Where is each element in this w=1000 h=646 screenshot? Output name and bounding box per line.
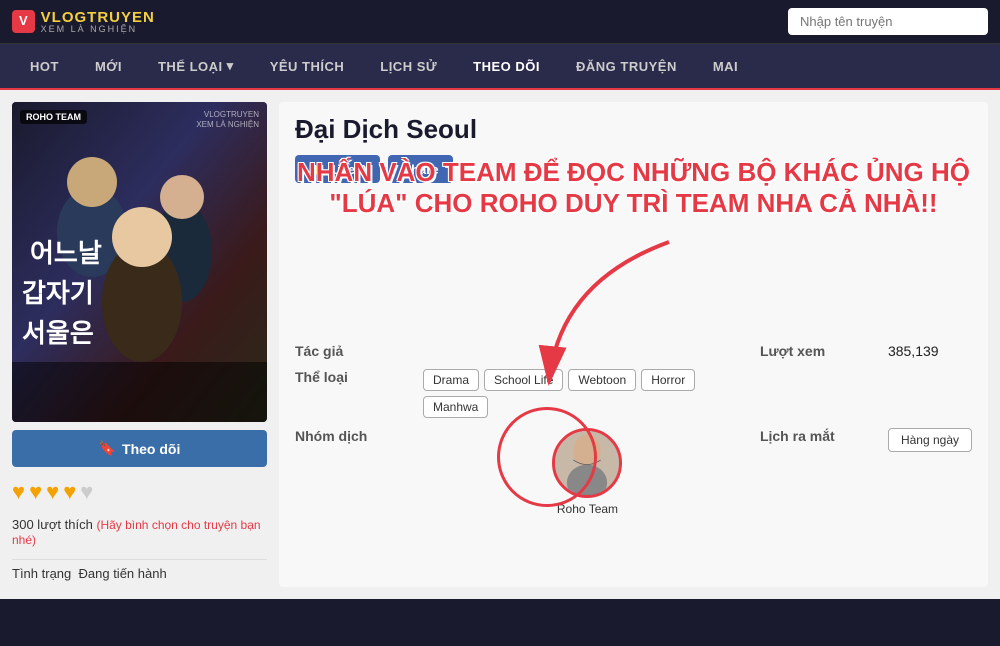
- logo-sub: XEM LÀ NGHIỆN: [41, 25, 155, 34]
- genre-tags: Drama School Life Webtoon Horror Manhwa: [423, 369, 752, 418]
- svg-text:갑자기: 갑자기: [22, 278, 94, 308]
- left-panel: ROHO TEAM VLOGTRUYEN XEM LÀ NGHIỆN: [12, 102, 267, 587]
- svg-text:어느날: 어느날: [30, 238, 102, 268]
- translator-group[interactable]: Roho Team: [423, 428, 752, 516]
- nav-item-theloai[interactable]: THỂ LOẠI ▾: [140, 44, 252, 88]
- share-button[interactable]: Share: [388, 155, 452, 183]
- cover-image: ROHO TEAM VLOGTRUYEN XEM LÀ NGHIỆN: [12, 102, 267, 422]
- like-button[interactable]: 👍 Like 0: [295, 155, 380, 183]
- views-label: Lượt xem: [760, 343, 880, 359]
- heart-2[interactable]: ♥: [29, 479, 42, 505]
- heart-4[interactable]: ♥: [63, 479, 76, 505]
- header: V VLOGTRUYEN XEM LÀ NGHIỆN: [0, 0, 1000, 44]
- tag-school[interactable]: School Life: [484, 369, 563, 391]
- tag-webtoon[interactable]: Webtoon: [568, 369, 636, 391]
- thumbs-up-icon: 👍: [309, 161, 325, 177]
- bookmark-icon: 🔖: [99, 440, 116, 457]
- cover-watermark: VLOGTRUYEN XEM LÀ NGHIỆN: [196, 110, 259, 129]
- nav-item-yeuthich[interactable]: YÊU THÍCH: [252, 45, 363, 88]
- right-panel: Đại Dịch Seoul 👍 Like 0 Share NHẤN VÀO T…: [279, 102, 988, 587]
- group-label: Nhóm dịch: [295, 428, 415, 444]
- cover-badge: ROHO TEAM: [20, 110, 87, 124]
- release-badge: Hàng ngày: [888, 428, 972, 452]
- heart-1[interactable]: ♥: [12, 479, 25, 505]
- nav-item-mai[interactable]: MAI: [695, 45, 756, 88]
- nav-item-hot[interactable]: HOT: [12, 45, 77, 88]
- manga-title: Đại Dịch Seoul: [295, 114, 972, 145]
- hearts-rating: ♥ ♥ ♥ ♥ ♥: [12, 475, 267, 509]
- chevron-down-icon: ▾: [227, 58, 234, 74]
- nav-item-theodoi[interactable]: THEO DÕI: [455, 45, 558, 88]
- logo[interactable]: V VLOGTRUYEN XEM LÀ NGHIỆN: [12, 10, 155, 34]
- tag-manhwa[interactable]: Manhwa: [423, 396, 488, 418]
- release-label: Lịch ra mắt: [760, 428, 880, 444]
- svg-text:서울은: 서울은: [22, 318, 94, 348]
- logo-main: VLOGTRUYEN: [41, 10, 155, 25]
- translator-name: Roho Team: [557, 502, 618, 516]
- logo-badge: V: [12, 10, 35, 32]
- nav-item-lichsu[interactable]: LỊCH SỬ: [362, 45, 455, 88]
- tag-horror[interactable]: Horror: [641, 369, 695, 391]
- nav-item-dangtruyen[interactable]: ĐĂNG TRUYỆN: [558, 45, 695, 88]
- heart-3[interactable]: ♥: [46, 479, 59, 505]
- translator-avatar: [552, 428, 622, 498]
- author-label: Tác giả: [295, 343, 415, 359]
- views-value: 385,139: [888, 343, 972, 359]
- status-row: Tình trạng Đang tiến hành: [12, 559, 267, 587]
- logo-text: VLOGTRUYEN XEM LÀ NGHIỆN: [41, 10, 155, 34]
- search-input[interactable]: [788, 8, 988, 35]
- genre-label: Thể loại: [295, 369, 415, 385]
- follow-button[interactable]: 🔖 Theo dõi: [12, 430, 267, 467]
- nav-item-moi[interactable]: MỚI: [77, 45, 140, 88]
- main-content: ROHO TEAM VLOGTRUYEN XEM LÀ NGHIỆN: [0, 90, 1000, 599]
- action-buttons: 👍 Like 0 Share: [295, 155, 972, 183]
- tag-drama[interactable]: Drama: [423, 369, 479, 391]
- info-table: Tác giả Lượt xem 385,139 Thể loại Drama …: [295, 343, 972, 516]
- nav: HOT MỚI THỂ LOẠI ▾ YÊU THÍCH LỊCH SỬ THE…: [0, 44, 1000, 90]
- heart-5[interactable]: ♥: [80, 479, 93, 505]
- rating-info: 300 lượt thích (Hãy bình chọn cho truyện…: [12, 517, 267, 547]
